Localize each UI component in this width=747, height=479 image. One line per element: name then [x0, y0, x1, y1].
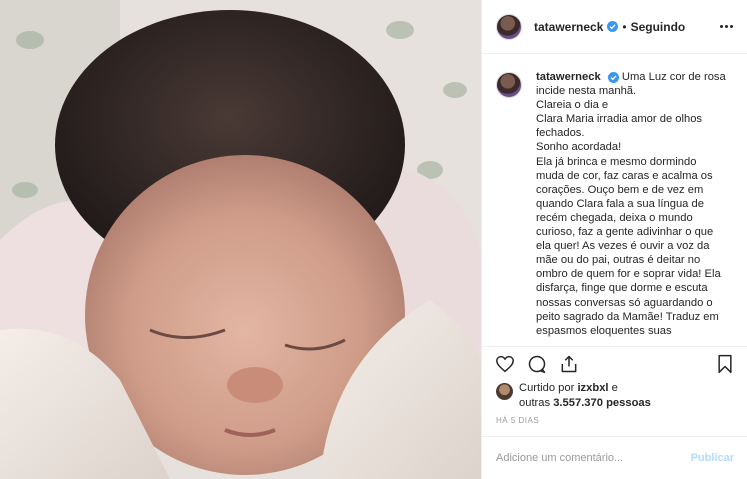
caption-line: Uma Luz cor de rosa: [621, 71, 726, 83]
separator-dot: •: [622, 19, 627, 34]
caption-line: fechados.: [536, 127, 585, 140]
caption-line: curioso, faz a gente adivinhar o que: [536, 226, 714, 239]
liked-by-and: e: [611, 382, 618, 394]
caption-line: nossas conversas só aguardando o: [536, 296, 713, 309]
caption-line: Clareia o dia e: [536, 99, 609, 112]
likes-summary: Curtido por izxbxl e outras 3.557.370 pe…: [496, 381, 737, 411]
comment-icon[interactable]: [526, 353, 548, 375]
caption-line: corações. Ouço bem e de vez em: [536, 183, 704, 196]
verified-badge-icon: [607, 21, 619, 32]
caption-line: incide nesta manhã.: [536, 85, 637, 98]
heart-icon[interactable]: [494, 353, 516, 375]
caption-line: quando Clara fala a sua língua de: [536, 197, 704, 210]
caption-line: Ela já brinca e mesmo dormindo: [536, 155, 697, 168]
caption-line: recém chegada, deixa o mundo: [536, 211, 693, 224]
post-caption: tatawerneck Uma Luz cor de rosa incide n…: [536, 70, 726, 346]
post-actions-bar: [482, 346, 747, 380]
caption-author-avatar[interactable]: [496, 72, 522, 98]
post-timestamp[interactable]: HÁ 5 DIAS: [496, 416, 539, 425]
liked-by-user-link[interactable]: izxbxl: [577, 382, 608, 394]
caption-line: disfarça, finge que dorme e escuta: [536, 282, 708, 295]
others-count-link[interactable]: 3.557.370: [553, 397, 603, 409]
more-options-icon[interactable]: [720, 25, 733, 28]
comment-box: Adicione um comentário... Publicar: [482, 436, 747, 479]
instagram-post: tatawerneck • Seguindo tatawerneck Uma L…: [0, 0, 747, 479]
liked-by-prefix: Curtido por: [519, 382, 575, 394]
caption-username[interactable]: tatawerneck: [536, 71, 601, 83]
likes-text: Curtido por izxbxl e outras 3.557.370 pe…: [519, 381, 651, 411]
caption-line: Clara Maria irradia amor de olhos: [536, 113, 703, 126]
author-avatar[interactable]: [496, 13, 522, 40]
caption-line: ela quer! As vezes é ouvir a voz da: [536, 240, 710, 253]
caption-line: mãe ou do pai, outras é deitar no: [536, 254, 701, 267]
caption-line: ombro de quem for e soprar vida! Ela: [536, 268, 721, 281]
follow-status-button[interactable]: Seguindo: [631, 20, 686, 34]
caption-line: Sonho acordada!: [536, 141, 622, 154]
post-side-panel: tatawerneck • Seguindo tatawerneck Uma L…: [481, 0, 747, 479]
others-suffix[interactable]: pessoas: [606, 397, 651, 409]
comment-input[interactable]: Adicione um comentário...: [496, 452, 623, 464]
caption-section: tatawerneck Uma Luz cor de rosa incide n…: [482, 54, 747, 346]
verified-badge-icon: [607, 71, 619, 83]
caption-line: peito sagrado da Mamãe! Traduz em: [536, 310, 719, 323]
author-username[interactable]: tatawerneck: [534, 20, 603, 34]
bookmark-icon[interactable]: [714, 353, 736, 375]
post-photo[interactable]: [0, 0, 481, 479]
liker-avatar[interactable]: [496, 383, 513, 400]
share-icon[interactable]: [558, 353, 580, 375]
others-prefix: outras: [519, 397, 551, 409]
caption-line: muda de cor, faz caras e acalma os: [536, 169, 713, 182]
baby-photo-illustration: [0, 0, 481, 479]
post-header: tatawerneck • Seguindo: [482, 0, 747, 54]
publish-button[interactable]: Publicar: [691, 452, 734, 464]
caption-line: espasmos eloquentes suas: [536, 324, 672, 337]
